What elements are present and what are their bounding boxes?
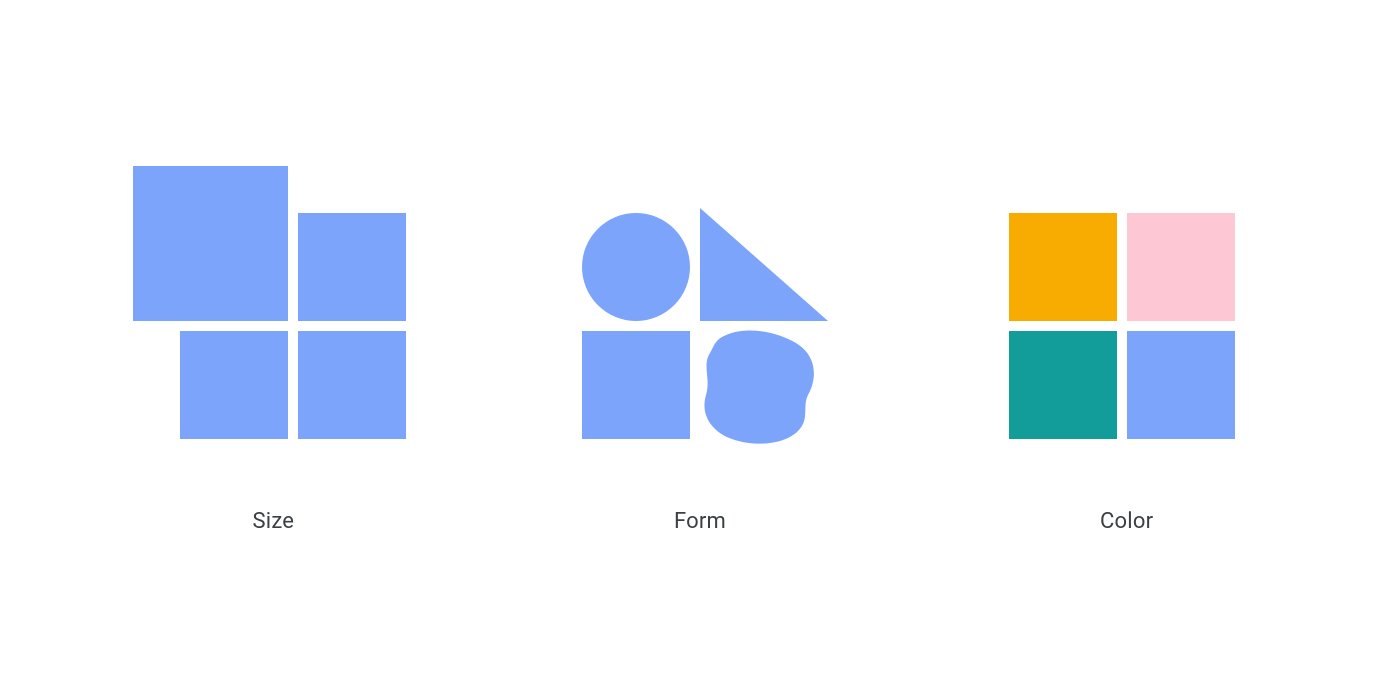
form-triangle-icon	[700, 208, 828, 321]
size-small-square-bl-icon	[180, 331, 288, 439]
size-large-square-icon	[133, 166, 288, 321]
form-graphic	[550, 141, 850, 441]
panel-color: Color	[977, 141, 1277, 534]
size-small-square-br-icon	[298, 331, 406, 439]
size-label: Size	[253, 509, 295, 534]
form-blob-icon	[698, 329, 820, 445]
size-graphic	[123, 141, 423, 441]
panel-size: Size	[123, 141, 423, 534]
form-circle-icon	[582, 213, 690, 321]
color-square-amber-icon	[1009, 213, 1117, 321]
color-label: Color	[1100, 509, 1153, 534]
color-square-blue-icon	[1127, 331, 1235, 439]
color-square-pink-icon	[1127, 213, 1235, 321]
panel-form: Form	[550, 141, 850, 534]
form-label: Form	[674, 509, 726, 534]
color-graphic	[977, 141, 1277, 441]
diagram-container: Size Form Color	[0, 0, 1400, 674]
form-square-icon	[582, 331, 690, 439]
size-small-square-top-icon	[298, 213, 406, 321]
color-square-teal-icon	[1009, 331, 1117, 439]
